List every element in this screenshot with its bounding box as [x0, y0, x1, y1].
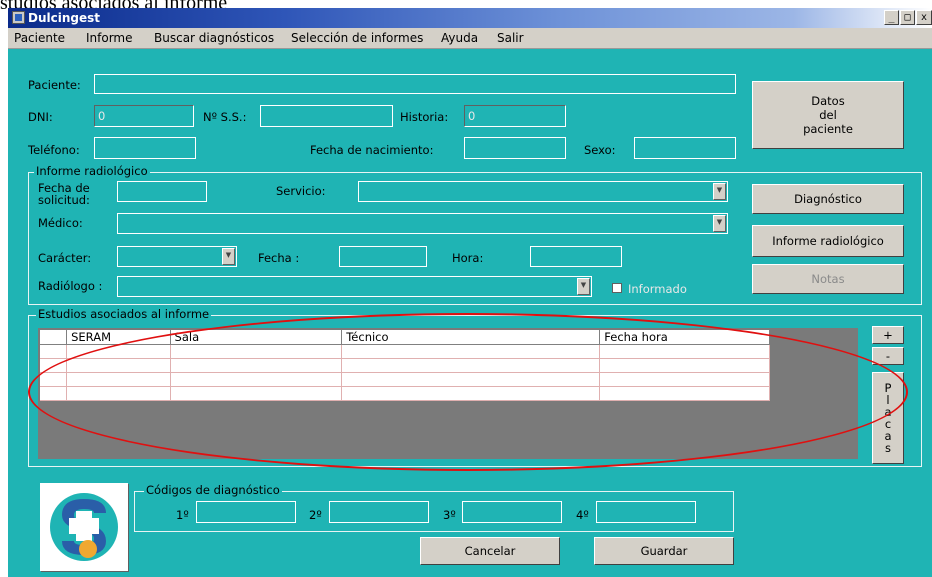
dni-label: DNI: — [28, 110, 53, 124]
informado-checkbox[interactable] — [612, 283, 622, 293]
window-title: Dulcingest — [28, 11, 100, 25]
informado-label: Informado — [628, 282, 687, 296]
codigo-1-label: 1º — [176, 508, 189, 522]
logo-icon — [42, 485, 126, 569]
codigo-3-field[interactable] — [462, 501, 562, 523]
hora-label: Hora: — [452, 251, 484, 265]
caracter-label: Carácter: — [38, 251, 92, 265]
medico-dropdown-icon[interactable]: ▼ — [713, 215, 726, 232]
sexo-field[interactable] — [634, 137, 736, 159]
minimize-button[interactable]: _ — [884, 10, 899, 25]
servicio-dropdown-icon[interactable]: ▼ — [713, 183, 726, 200]
menu-informe[interactable]: Informe — [86, 31, 133, 45]
radiologo-select[interactable]: ▼ — [117, 276, 592, 297]
datos-paciente-line3: paciente — [803, 122, 853, 136]
medico-label: Médico: — [38, 216, 83, 230]
fecha-solicitud-label-line2: solicitud: — [38, 193, 90, 207]
save-button[interactable]: Guardar — [594, 537, 734, 565]
telefono-label: Teléfono: — [28, 143, 80, 157]
estudios-title: Estudios asociados al informe — [36, 307, 212, 321]
add-estudio-button[interactable]: + — [872, 326, 904, 344]
fecha-solicitud-field[interactable] — [117, 181, 207, 202]
placas-letter: s — [885, 441, 891, 455]
fecha-solicitud-label: Fecha de solicitud: — [38, 182, 90, 206]
menu-paciente[interactable]: Paciente — [14, 31, 65, 45]
fecha-field[interactable] — [339, 246, 427, 267]
codigo-2-label: 2º — [309, 508, 322, 522]
historia-label: Historia: — [400, 110, 449, 124]
caracter-dropdown-icon[interactable]: ▼ — [222, 248, 235, 265]
fecha-label: Fecha : — [258, 251, 300, 265]
codigos-title: Códigos de diagnóstico — [144, 483, 282, 497]
title-bar[interactable] — [8, 8, 932, 28]
datos-paciente-line1: Datos — [811, 94, 845, 108]
annotation-oval — [28, 313, 908, 471]
codigo-1-field[interactable] — [196, 501, 296, 523]
menu-buscar-diagnosticos[interactable]: Buscar diagnósticos — [154, 31, 274, 45]
codigo-4-label: 4º — [576, 508, 589, 522]
hora-field[interactable] — [530, 246, 622, 267]
notas-button[interactable]: Notas — [752, 264, 904, 294]
maximize-button[interactable]: □ — [900, 10, 915, 25]
historia-value: 0 — [468, 109, 476, 123]
historia-field[interactable]: 0 — [464, 105, 566, 127]
diagnostico-button[interactable]: Diagnóstico — [752, 184, 904, 214]
cancel-button[interactable]: Cancelar — [420, 537, 560, 565]
paciente-label: Paciente: — [28, 78, 81, 92]
sexo-label: Sexo: — [584, 143, 616, 157]
informe-radiologico-title: Informe radiológico — [34, 164, 150, 178]
servicio-label: Servicio: — [276, 184, 326, 198]
radiologo-label: Radiólogo : — [38, 279, 103, 293]
nss-label: Nº S.S.: — [203, 110, 247, 124]
close-button[interactable]: x — [916, 10, 932, 25]
informe-radiologico-button[interactable]: Informe radiológico — [752, 225, 904, 257]
dni-value: 0 — [98, 109, 106, 123]
app-logo — [40, 483, 128, 571]
codigo-2-field[interactable] — [329, 501, 429, 523]
paciente-field[interactable] — [94, 74, 736, 94]
caracter-select[interactable]: ▼ — [117, 246, 237, 267]
fecha-nacimiento-field[interactable] — [464, 137, 566, 159]
datos-paciente-line2: del — [819, 108, 837, 122]
radiologo-dropdown-icon[interactable]: ▼ — [577, 278, 590, 295]
grid-header-indicator — [40, 330, 68, 345]
menu-ayuda[interactable]: Ayuda — [441, 31, 478, 45]
menu-seleccion-informes[interactable]: Selección de informes — [291, 31, 423, 45]
telefono-field[interactable] — [94, 137, 196, 159]
servicio-select[interactable]: ▼ — [358, 181, 728, 202]
codigo-3-label: 3º — [443, 508, 456, 522]
menu-salir[interactable]: Salir — [497, 31, 524, 45]
medico-select[interactable]: ▼ — [117, 213, 728, 234]
app-icon — [12, 11, 25, 24]
codigo-4-field[interactable] — [596, 501, 696, 523]
dni-field[interactable]: 0 — [94, 105, 194, 127]
nss-field[interactable] — [260, 105, 393, 127]
fecha-nacimiento-label: Fecha de nacimiento: — [310, 143, 434, 157]
datos-paciente-button[interactable]: Datos del paciente — [752, 81, 904, 149]
